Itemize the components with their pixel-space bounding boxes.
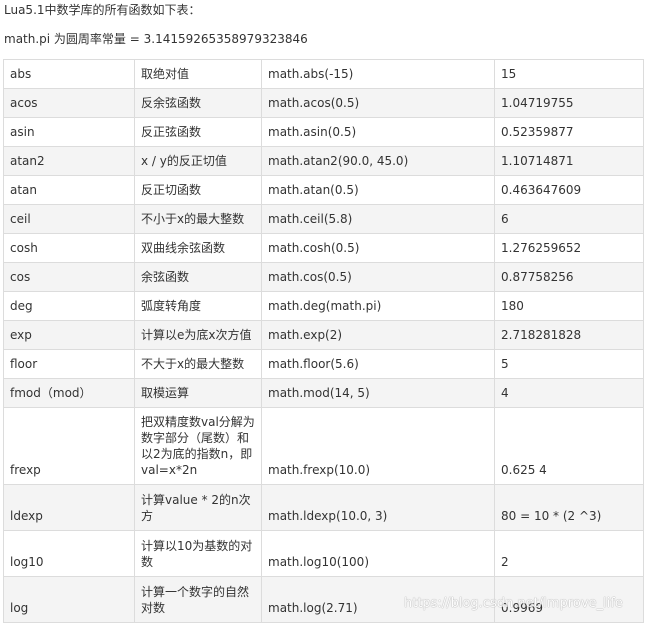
table-row: atan 反正切函数 math.atan(0.5) 0.463647609 (3, 175, 644, 205)
math-function-table: abs 取绝对值 math.abs(-15) 15 acos 反余弦函数 math.acos… (3, 59, 644, 623)
description-cell: 把双精度数val分解为数字部分（尾数）和以2为底的指数n，即val=x*2n (134, 407, 262, 485)
example-cell: math.exp(2) (261, 320, 495, 350)
function-name-cell: exp (3, 320, 135, 350)
result-cell: 2 (494, 530, 644, 577)
result-cell: 2.718281828 (494, 320, 644, 350)
function-name-cell: floor (3, 349, 135, 379)
result-cell: 0.87758256 (494, 262, 644, 292)
result-cell: 5 (494, 349, 644, 379)
table-row: log10 计算以10为基数的对数 math.log10(100) 2 (3, 530, 644, 577)
description-cell: 计算以10为基数的对数 (134, 530, 262, 577)
description-cell: 双曲线余弦函数 (134, 233, 262, 263)
table-body: abs 取绝对值 math.abs(-15) 15 acos 反余弦函数 math.acos… (3, 59, 644, 623)
table-row: atan2 x / y的反正切值 math.atan2(90.0, 45.0) 1.1… (3, 146, 644, 176)
function-name-cell: ceil (3, 204, 135, 234)
example-cell: math.atan(0.5) (261, 175, 495, 205)
example-cell: math.deg(math.pi) (261, 291, 495, 321)
function-name-cell: log10 (3, 530, 135, 577)
result-cell: 15 (494, 59, 644, 89)
result-cell: 1.10714871 (494, 146, 644, 176)
intro-heading: Lua5.1中数学库的所有函数如下表： (4, 3, 201, 17)
table-row: ldexp 计算value * 2的n次方 math.ldexp(10.0, 3) 8… (3, 484, 644, 531)
example-cell: math.abs(-15) (261, 59, 495, 89)
example-cell: math.mod(14, 5) (261, 378, 495, 408)
description-cell: 不小于x的最大整数 (134, 204, 262, 234)
example-cell: math.cos(0.5) (261, 262, 495, 292)
result-cell: 6 (494, 204, 644, 234)
result-cell: 0.625 4 (494, 407, 644, 485)
description-cell: 取模运算 (134, 378, 262, 408)
function-name-cell: frexp (3, 407, 135, 485)
example-cell: math.acos(0.5) (261, 88, 495, 118)
table-row: asin 反正弦函数 math.asin(0.5) 0.52359877 (3, 117, 644, 147)
result-cell: 1.276259652 (494, 233, 644, 263)
example-cell: math.ldexp(10.0, 3) (261, 484, 495, 531)
description-cell: 计算一个数字的自然对数 (134, 576, 262, 623)
description-cell: 余弦函数 (134, 262, 262, 292)
function-name-cell: ldexp (3, 484, 135, 531)
table-row: abs 取绝对值 math.abs(-15) 15 (3, 59, 644, 89)
table-row: frexp 把双精度数val分解为数字部分（尾数）和以2为底的指数n，即val=x… (3, 407, 644, 485)
function-name-cell: abs (3, 59, 135, 89)
function-name-cell: asin (3, 117, 135, 147)
table-row: cos 余弦函数 math.cos(0.5) 0.87758256 (3, 262, 644, 292)
result-cell: 1.04719755 (494, 88, 644, 118)
description-cell: 计算以e为底x次方值 (134, 320, 262, 350)
description-cell: x / y的反正切值 (134, 146, 262, 176)
function-name-cell: log (3, 576, 135, 623)
example-cell: math.cosh(0.5) (261, 233, 495, 263)
function-name-cell: cosh (3, 233, 135, 263)
description-cell: 计算value * 2的n次方 (134, 484, 262, 531)
description-cell: 不大于x的最大整数 (134, 349, 262, 379)
function-name-cell: cos (3, 262, 135, 292)
result-cell: 4 (494, 378, 644, 408)
function-name-cell: atan (3, 175, 135, 205)
table-row: fmod（mod） 取模运算 math.mod(14, 5) 4 (3, 378, 644, 408)
table-row: exp 计算以e为底x次方值 math.exp(2) 2.718281828 (3, 320, 644, 350)
function-name-cell: fmod（mod） (3, 378, 135, 408)
pi-constant-line: math.pi 为圆周率常量 = 3.14159265358979323846 (4, 32, 308, 46)
result-cell: 80 = 10 * (2 ^3) (494, 484, 644, 531)
function-name-cell: deg (3, 291, 135, 321)
example-cell: math.log10(100) (261, 530, 495, 577)
description-cell: 反余弦函数 (134, 88, 262, 118)
table-row: deg 弧度转角度 math.deg(math.pi) 180 (3, 291, 644, 321)
example-cell: math.ceil(5.8) (261, 204, 495, 234)
table-row: ceil 不小于x的最大整数 math.ceil(5.8) 6 (3, 204, 644, 234)
function-name-cell: acos (3, 88, 135, 118)
example-cell: math.atan2(90.0, 45.0) (261, 146, 495, 176)
description-cell: 弧度转角度 (134, 291, 262, 321)
description-cell: 反正弦函数 (134, 117, 262, 147)
function-name-cell: atan2 (3, 146, 135, 176)
table-row: floor 不大于x的最大整数 math.floor(5.6) 5 (3, 349, 644, 379)
result-cell: 0.52359877 (494, 117, 644, 147)
description-cell: 反正切函数 (134, 175, 262, 205)
table-row: acos 反余弦函数 math.acos(0.5) 1.04719755 (3, 88, 644, 118)
result-cell: 0.463647609 (494, 175, 644, 205)
example-cell: math.frexp(10.0) (261, 407, 495, 485)
watermark: https://blog.csdn.net/Improve_life (404, 596, 623, 611)
table-row: cosh 双曲线余弦函数 math.cosh(0.5) 1.276259652 (3, 233, 644, 263)
example-cell: math.floor(5.6) (261, 349, 495, 379)
result-cell: 180 (494, 291, 644, 321)
example-cell: math.asin(0.5) (261, 117, 495, 147)
description-cell: 取绝对值 (134, 59, 262, 89)
